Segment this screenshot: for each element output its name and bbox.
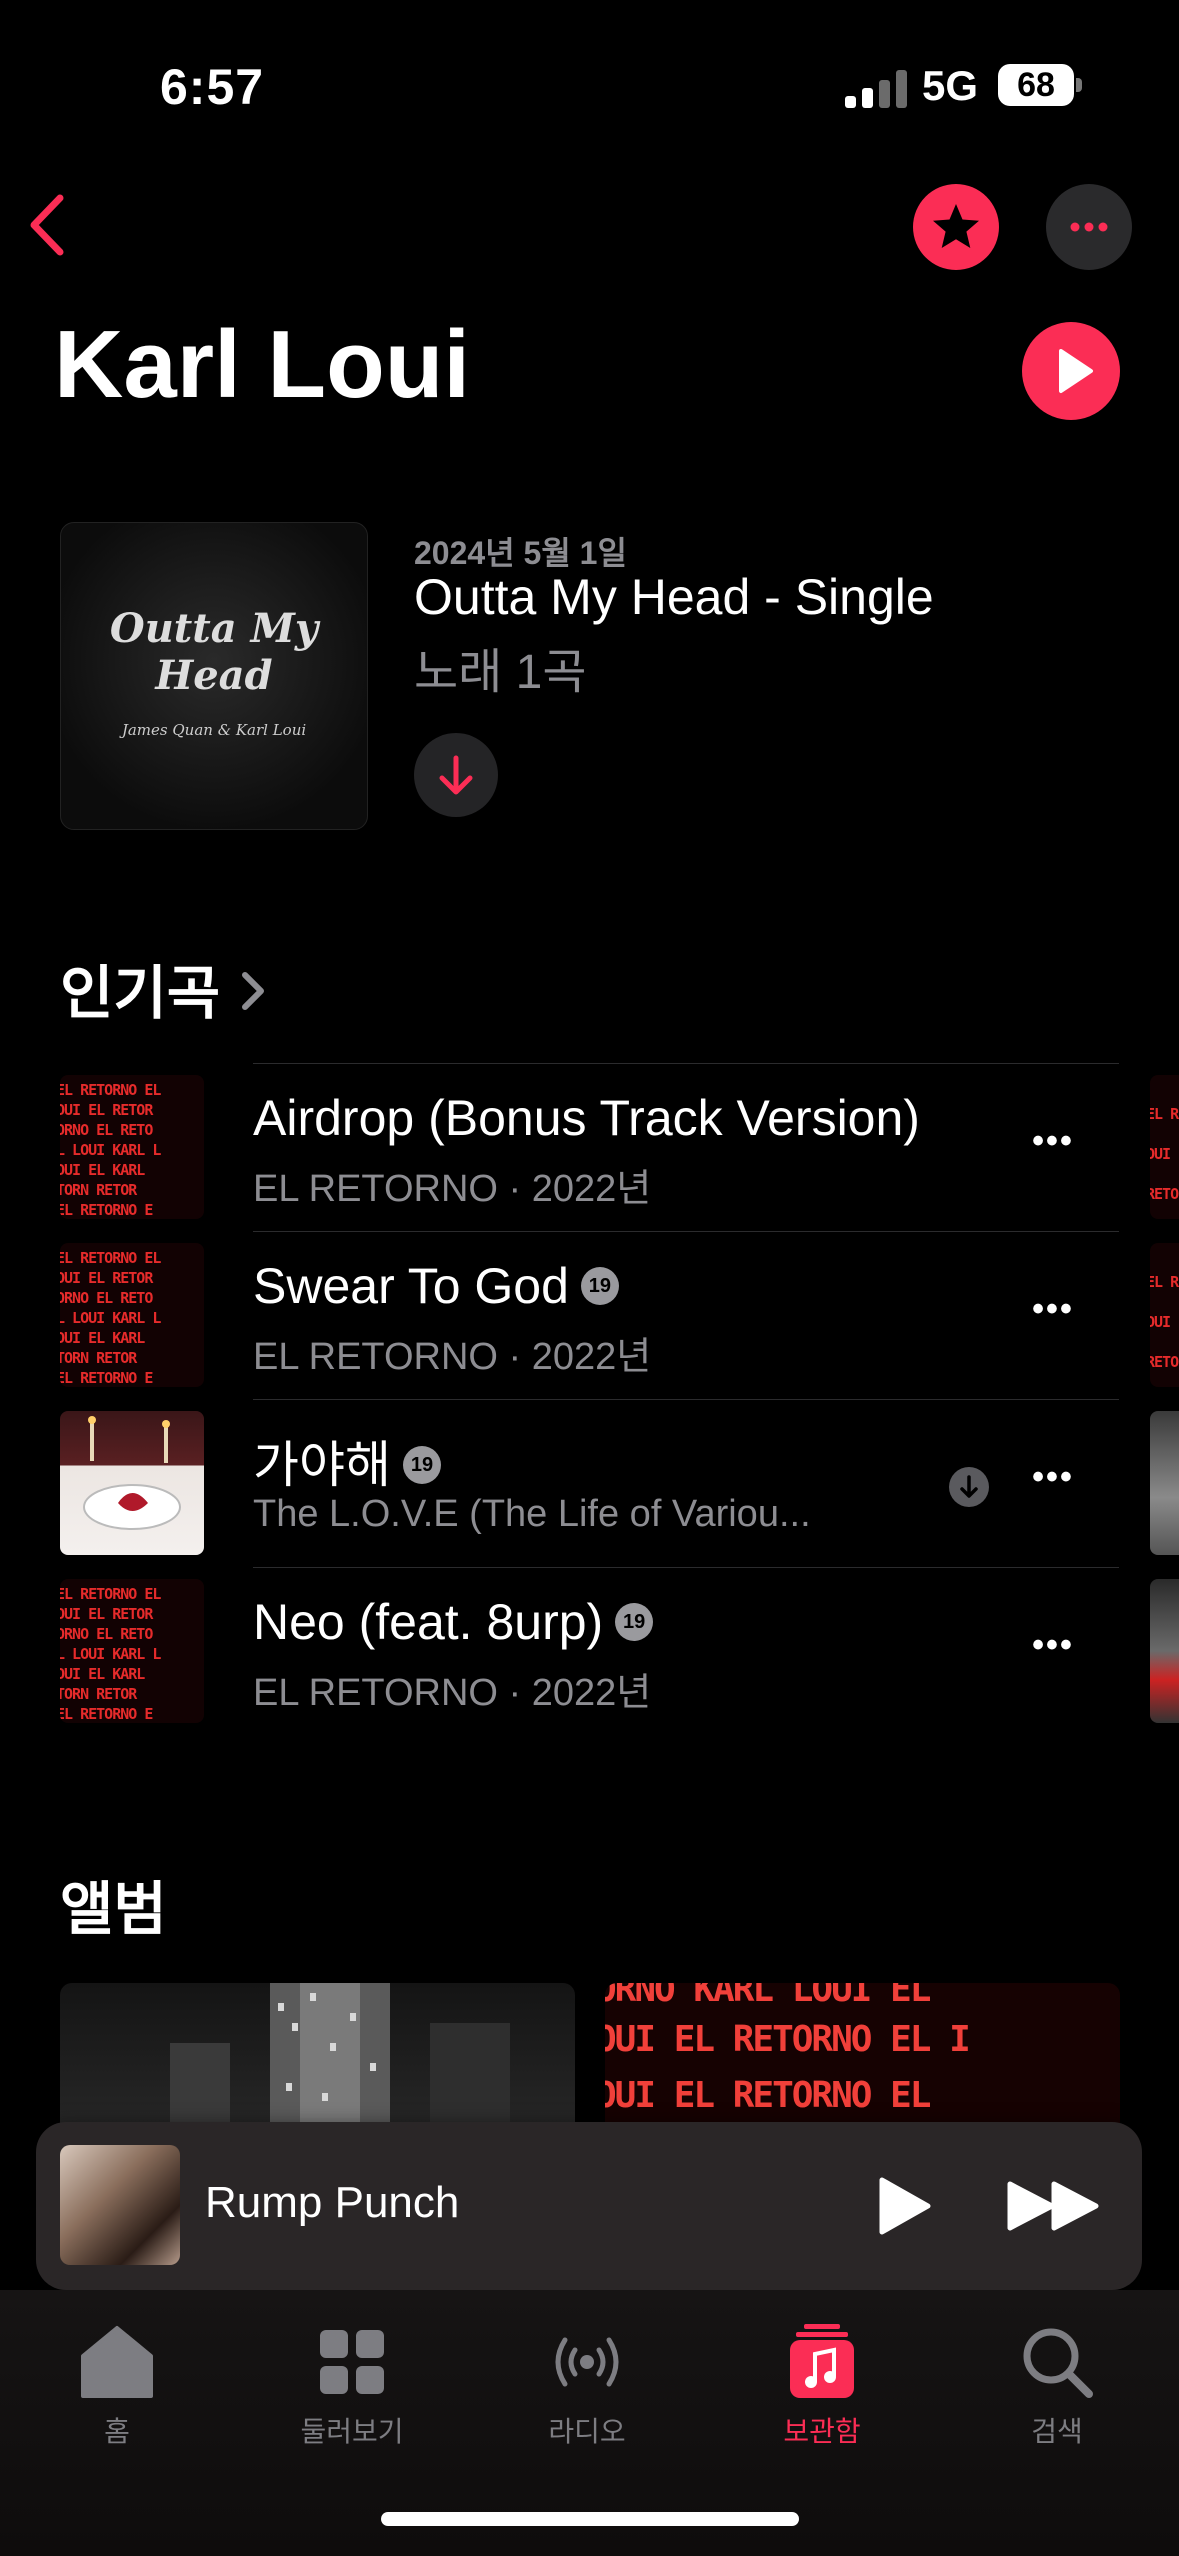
song-more-button[interactable]: ••• bbox=[1023, 1457, 1083, 1507]
tab-label: 홈 bbox=[104, 2416, 130, 2447]
top-songs-header[interactable]: 인기곡 bbox=[60, 946, 273, 1030]
tab-browse[interactable]: 둘러보기 bbox=[262, 2322, 442, 2450]
now-playing-title: Rump Punch bbox=[205, 2178, 460, 2227]
play-icon bbox=[879, 2177, 931, 2235]
home-icon bbox=[81, 2326, 153, 2398]
network-type: 5G bbox=[922, 62, 979, 109]
play-artist-button[interactable] bbox=[1022, 322, 1120, 420]
cellular-signal-icon bbox=[845, 70, 907, 108]
song-title: Swear To God bbox=[253, 1258, 569, 1314]
song-row[interactable]: EL RETORNO EL OUI EL RETOR ORNO EL RETO L L… bbox=[0, 1231, 1179, 1399]
row-separator bbox=[253, 1567, 1119, 1568]
song-title: Neo (feat. 8urp) bbox=[253, 1594, 604, 1650]
song-subtitle: The L.O.V.E (The Life of Variou... bbox=[253, 1493, 811, 1535]
song-more-button[interactable]: ••• bbox=[1023, 1625, 1083, 1675]
browse-grid-icon bbox=[320, 2330, 384, 2394]
next-page-artwork-peek: EL REOUI ERETO bbox=[1150, 1243, 1179, 1387]
song-artwork: EL RETORNO EL OUI EL RETOR ORNO EL RETO L L… bbox=[60, 1579, 204, 1723]
explicit-badge: 19 bbox=[403, 1445, 441, 1484]
tab-label: 라디오 bbox=[548, 2416, 626, 2447]
song-subtitle: EL RETORNO · 2022년 bbox=[253, 1336, 652, 1378]
latest-release-artwork[interactable]: Outta My Head James Quan & Karl Loui bbox=[60, 522, 368, 830]
artwork-credit-text: James Quan & Karl Loui bbox=[121, 721, 307, 739]
home-indicator bbox=[381, 2512, 799, 2526]
albums-heading: 앨범 bbox=[60, 1877, 167, 1942]
now-playing-artwork bbox=[60, 2145, 180, 2265]
row-separator bbox=[253, 1063, 1119, 1064]
album-card[interactable] bbox=[60, 1983, 575, 2123]
search-icon bbox=[1023, 2328, 1093, 2398]
song-title: Airdrop (Bonus Track Version) bbox=[253, 1090, 920, 1146]
download-arrow-icon bbox=[960, 1475, 978, 1498]
mini-play-button[interactable] bbox=[868, 2174, 938, 2238]
song-subtitle: EL RETORNO · 2022년 bbox=[253, 1168, 652, 1210]
downloaded-indicator bbox=[949, 1467, 989, 1507]
chevron-left-icon bbox=[30, 194, 64, 256]
top-songs-heading: 인기곡 bbox=[60, 961, 221, 1026]
album-art-text: ORNO KARL LOUI EL bbox=[605, 1983, 931, 2010]
next-page-artwork-peek bbox=[1150, 1579, 1179, 1723]
tab-label: 검색 bbox=[1031, 2416, 1083, 2447]
skip-forward-button[interactable] bbox=[1004, 2178, 1104, 2234]
song-title-line: Neo (feat. 8urp) 19 bbox=[253, 1593, 654, 1651]
status-time: 6:57 bbox=[160, 59, 265, 115]
fast-forward-icon bbox=[1007, 2181, 1099, 2231]
row-separator bbox=[253, 1231, 1119, 1232]
song-row[interactable]: EL RETORNO EL OUI EL RETOR ORNO EL RETO L L… bbox=[0, 1567, 1179, 1735]
song-title-line: 가야해 19 bbox=[253, 1425, 441, 1497]
ellipsis-icon bbox=[1070, 222, 1108, 232]
song-row[interactable]: 가야해 19 The L.O.V.E (The Life of Variou...… bbox=[0, 1399, 1179, 1567]
song-more-button[interactable]: ••• bbox=[1023, 1121, 1083, 1171]
artwork-title-text: Outta My Head bbox=[109, 605, 319, 699]
explicit-badge: 19 bbox=[615, 1602, 654, 1641]
star-icon bbox=[933, 204, 979, 248]
favorite-button[interactable] bbox=[913, 184, 999, 270]
radio-icon bbox=[555, 2337, 619, 2387]
tab-radio[interactable]: 라디오 bbox=[497, 2322, 677, 2450]
mini-player[interactable] bbox=[36, 2122, 1142, 2290]
song-title-line: Swear To God 19 bbox=[253, 1257, 619, 1315]
song-artwork bbox=[60, 1411, 204, 1555]
song-row[interactable]: EL RETORNO EL OUI EL RETOR ORNO EL RETO L L… bbox=[0, 1063, 1179, 1231]
next-page-artwork-peek bbox=[1150, 1411, 1179, 1555]
album-artwork bbox=[170, 1983, 510, 2123]
battery-indicator: 68 bbox=[998, 64, 1074, 106]
play-icon bbox=[1059, 349, 1093, 393]
explicit-badge: 19 bbox=[580, 1266, 619, 1305]
tab-search[interactable]: 검색 bbox=[967, 2322, 1147, 2450]
song-title: 가야해 bbox=[253, 1437, 391, 1493]
download-release-button[interactable] bbox=[414, 733, 498, 817]
release-title[interactable]: Outta My Head - Single bbox=[414, 568, 934, 626]
next-page-artwork-peek: EL REOUI ERETO bbox=[1150, 1075, 1179, 1219]
more-options-button[interactable] bbox=[1046, 184, 1132, 270]
tab-label: 보관함 bbox=[783, 2416, 861, 2447]
release-track-count: 노래 1곡 bbox=[414, 646, 587, 699]
library-icon bbox=[790, 2324, 854, 2398]
tab-label: 둘러보기 bbox=[300, 2416, 404, 2447]
album-card[interactable]: ORNO KARL LOUI EL OUI EL RETORNO EL I OU… bbox=[605, 1983, 1120, 2123]
album-art-text: OUI EL RETORNO EL I bbox=[605, 2019, 971, 2060]
artist-name: Karl Loui bbox=[54, 311, 471, 418]
song-more-button[interactable]: ••• bbox=[1023, 1289, 1083, 1339]
song-subtitle: EL RETORNO · 2022년 bbox=[253, 1672, 652, 1714]
chevron-right-icon bbox=[241, 972, 264, 1010]
tab-library[interactable]: 보관함 bbox=[732, 2322, 912, 2450]
album-art-text: OUI EL RETORNO EL bbox=[605, 2075, 931, 2116]
battery-tip bbox=[1076, 78, 1082, 92]
row-separator bbox=[253, 1399, 1119, 1400]
back-button[interactable] bbox=[20, 190, 80, 260]
download-arrow-icon bbox=[439, 755, 473, 795]
tab-home[interactable]: 홈 bbox=[27, 2322, 207, 2450]
song-artwork: EL RETORNO EL OUI EL RETOR ORNO EL RETO L L… bbox=[60, 1075, 204, 1219]
song-artwork: EL RETORNO EL OUI EL RETOR ORNO EL RETO L L… bbox=[60, 1243, 204, 1387]
